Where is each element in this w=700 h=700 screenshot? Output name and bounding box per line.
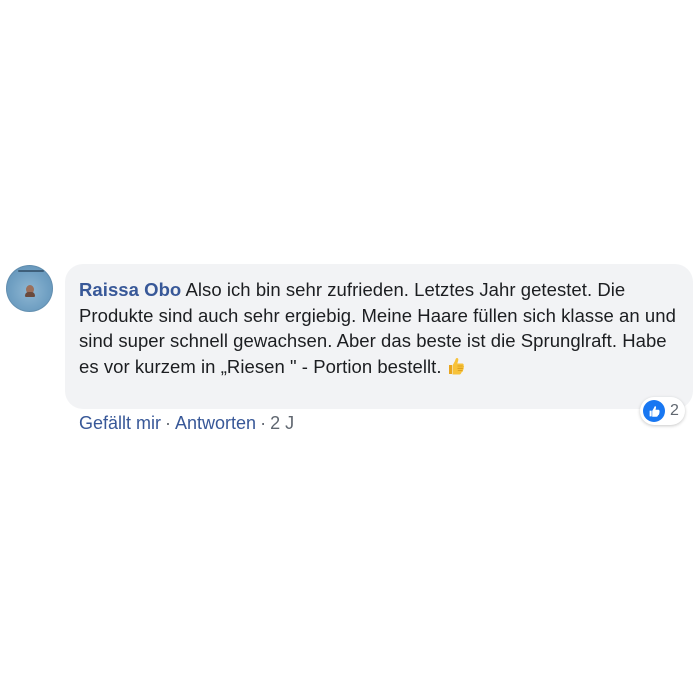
comment: Raissa Obo Also ich bin sehr zufrieden. …	[0, 0, 700, 700]
thumbs-up-icon	[446, 356, 466, 376]
comment-bubble: Raissa Obo Also ich bin sehr zufrieden. …	[65, 264, 693, 409]
timestamp[interactable]: 2 J	[270, 413, 294, 433]
separator: ·	[165, 413, 172, 433]
reply-button[interactable]: Antworten	[175, 413, 256, 433]
comment-actions: Gefällt mir · Antworten · 2 J	[79, 411, 294, 435]
like-icon	[643, 400, 665, 422]
avatar-detail	[18, 270, 44, 272]
like-button[interactable]: Gefällt mir	[79, 413, 161, 433]
reaction-summary[interactable]: 2	[640, 397, 685, 425]
avatar[interactable]	[6, 265, 53, 312]
comment-body: Raissa Obo Also ich bin sehr zufrieden. …	[79, 277, 679, 379]
reaction-count: 2	[670, 402, 679, 419]
author-name[interactable]: Raissa Obo	[79, 279, 181, 300]
avatar-body	[25, 292, 35, 297]
separator: ·	[260, 413, 267, 433]
